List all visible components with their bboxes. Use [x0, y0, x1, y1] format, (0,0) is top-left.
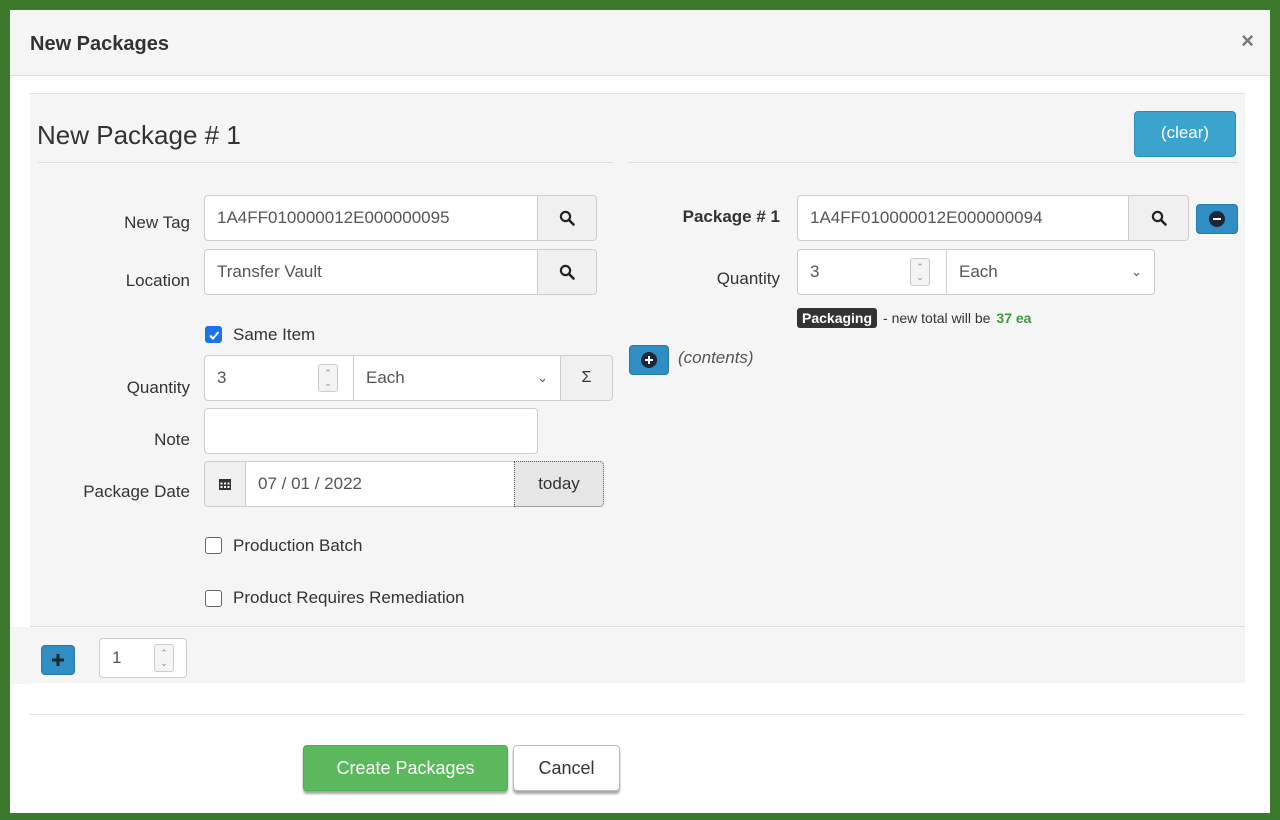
sum-button[interactable]: Σ [560, 355, 613, 401]
package-date-input[interactable]: 07 / 01 / 2022 [245, 461, 515, 507]
new-tag-label: New Tag [124, 213, 190, 232]
add-contents-button[interactable] [629, 345, 669, 375]
chevron-down-icon: ⌄ [1131, 264, 1142, 279]
packaging-info: Packaging - new total will be 37 ea [797, 308, 1031, 328]
quantity-value: 3 [217, 368, 227, 387]
panel-footer-bg [10, 627, 30, 684]
production-batch-label: Production Batch [233, 536, 363, 555]
check-icon [208, 330, 219, 340]
package-count-value: 1 [112, 648, 122, 667]
unit-value: Each [366, 368, 405, 387]
remediation-checkbox[interactable] [205, 590, 222, 607]
minus-circle-icon [1209, 211, 1225, 227]
quantity-spinner[interactable]: ⌃ ⌄ [318, 364, 338, 392]
new-total-text: - new total will be [883, 310, 991, 326]
calendar-icon [219, 479, 231, 490]
modal-header: New Packages × [10, 10, 1270, 76]
new-tag-search-button[interactable] [537, 195, 597, 241]
new-packages-modal: New Packages × New Package # 1 (clear) N… [10, 10, 1270, 813]
package-date-label: Package Date [83, 482, 190, 501]
search-icon [559, 210, 575, 226]
cancel-button[interactable]: Cancel [513, 745, 620, 791]
location-label: Location [125, 271, 190, 290]
package-panel: New Package # 1 (clear) New Tag 1A4FF010… [10, 93, 1245, 684]
calendar-button[interactable] [204, 461, 246, 507]
source-tag-search-button[interactable] [1128, 195, 1189, 241]
source-unit-select[interactable]: Each ⌄ [946, 249, 1155, 295]
source-quantity-label: Quantity [716, 269, 780, 288]
location-search-button[interactable] [537, 249, 597, 295]
remove-source-button[interactable] [1196, 204, 1238, 234]
close-icon[interactable]: × [1241, 30, 1254, 52]
left-divider [38, 162, 613, 163]
package-count-spinner[interactable]: ⌃ ⌄ [154, 644, 174, 672]
plus-circle-icon [641, 352, 657, 368]
search-icon [559, 264, 575, 280]
production-batch-checkbox[interactable] [205, 537, 222, 554]
contents-label: (contents) [678, 348, 754, 367]
quantity-label: Quantity [126, 378, 190, 397]
panel-divider [30, 626, 1245, 627]
source-quantity-value: 3 [810, 262, 820, 281]
modal-title: New Packages [30, 33, 169, 55]
today-button[interactable]: today [514, 461, 604, 507]
right-divider [628, 162, 1238, 163]
package-heading: New Package # 1 [37, 120, 241, 150]
new-tag-input[interactable]: 1A4FF010000012E000000095 [204, 195, 540, 241]
location-input[interactable]: Transfer Vault [204, 249, 540, 295]
clear-button[interactable]: (clear) [1134, 111, 1236, 157]
source-unit-value: Each [959, 262, 998, 281]
chevron-down-icon: ⌄ [537, 370, 548, 385]
source-package-label: Package # 1 [682, 207, 780, 226]
search-icon [1151, 210, 1167, 226]
source-tag-input[interactable]: 1A4FF010000012E000000094 [797, 195, 1131, 241]
create-packages-button[interactable]: Create Packages [303, 745, 508, 791]
new-total-value: 37 ea [996, 310, 1032, 326]
packaging-badge: Packaging [797, 308, 878, 328]
unit-select[interactable]: Each ⌄ [353, 355, 561, 401]
same-item-label: Same Item [233, 325, 316, 344]
note-label: Note [154, 430, 190, 449]
remediation-label: Product Requires Remediation [233, 588, 465, 607]
footer-divider [30, 714, 1245, 715]
source-quantity-spinner[interactable]: ⌃ ⌄ [910, 258, 930, 286]
note-input[interactable] [204, 408, 538, 454]
add-package-button[interactable] [41, 645, 75, 675]
plus-icon [52, 654, 64, 666]
same-item-checkbox[interactable] [205, 326, 222, 343]
